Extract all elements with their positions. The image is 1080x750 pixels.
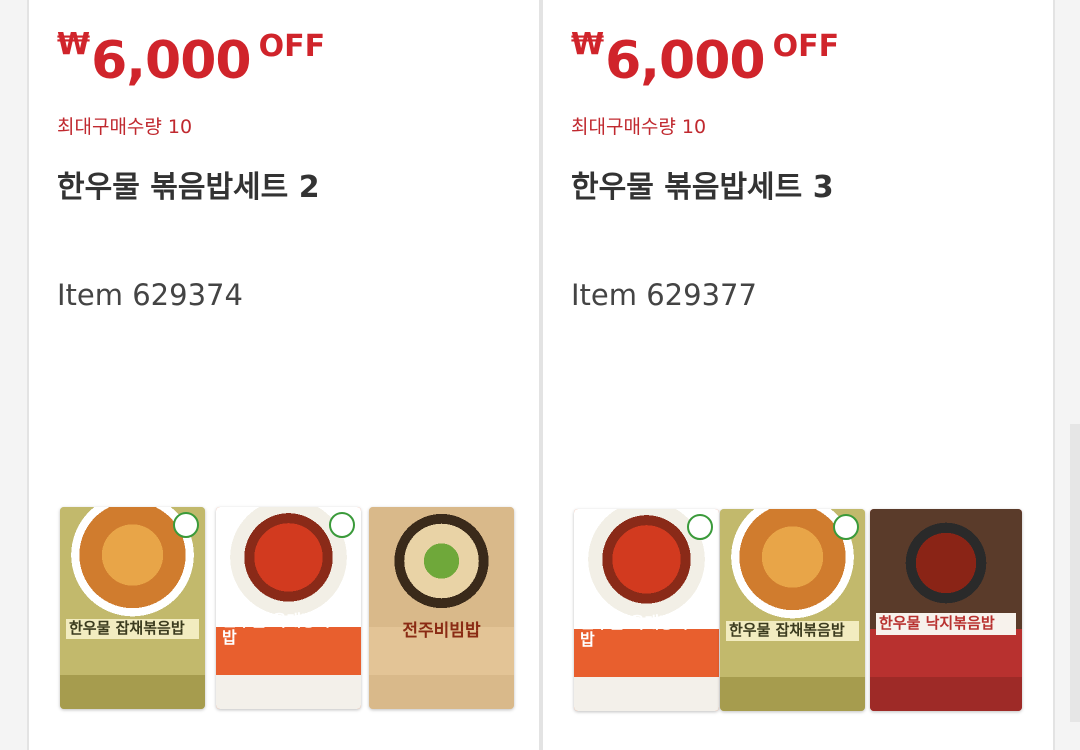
japchae-fried-rice-package[interactable]: 한우물 잡채볶음밥 [60, 507, 205, 709]
item-number: Item 629377 [571, 278, 757, 312]
discount-price: ₩6,000 OFF [57, 30, 325, 88]
max-purchase-qty: 최대구매수량 10 [57, 116, 193, 138]
max-purchase-qty: 최대구매수량 10 [571, 116, 707, 138]
product-title[interactable]: 한우물 볶음밥세트 2 [57, 162, 320, 206]
yukgaejang-gukbap-package[interactable]: 한우물 육개장국밥 [216, 507, 361, 709]
discount-price: ₩6,000 OFF [571, 30, 839, 88]
package-name: 한우물 육개장국밥 [580, 613, 689, 649]
brand-logo-icon [833, 514, 859, 540]
product-card-set-3[interactable]: ₩6,000 OFF 최대구매수량 10 한우물 볶음밥세트 3 Item 629… [541, 0, 1055, 750]
package-name: 전주비빔밥 [402, 621, 481, 641]
item-number: Item 629374 [57, 278, 243, 312]
scrollbar-track[interactable] [1070, 424, 1080, 722]
package-name: 한우물 잡채볶음밥 [726, 621, 859, 641]
bowl-image [369, 507, 514, 627]
off-label: OFF [258, 29, 326, 64]
jeonju-bibimbap-package[interactable]: 전주비빔밥 [369, 507, 514, 709]
discount-amount: 6,000 [91, 31, 251, 91]
package-info-strip [369, 675, 514, 709]
bowl-image [870, 509, 1022, 629]
product-title[interactable]: 한우물 볶음밥세트 3 [571, 162, 834, 206]
package-info-strip [574, 677, 719, 711]
package-name: 한우물 육개장국밥 [222, 611, 331, 647]
brand-logo-icon [329, 512, 355, 538]
currency-symbol: ₩ [571, 27, 605, 62]
product-card-set-2[interactable]: ₩6,000 OFF 최대구매수량 10 한우물 볶음밥세트 2 Item 629… [27, 0, 541, 750]
currency-symbol: ₩ [57, 27, 91, 62]
discount-amount: 6,000 [605, 31, 765, 91]
package-name: 한우물 낙지볶음밥 [876, 613, 1016, 635]
japchae-fried-rice-package[interactable]: 한우물 잡채볶음밥 [720, 509, 865, 711]
package-name: 한우물 잡채볶음밥 [66, 619, 199, 639]
nakji-fried-rice-package[interactable]: 한우물 낙지볶음밥 [870, 509, 1022, 711]
brand-logo-icon [173, 512, 199, 538]
package-info-strip [720, 677, 865, 711]
package-info-strip [216, 675, 361, 709]
off-label: OFF [772, 29, 840, 64]
package-info-strip [870, 677, 1022, 711]
yukgaejang-gukbap-package[interactable]: 한우물 육개장국밥 [574, 509, 719, 711]
brand-logo-icon [687, 514, 713, 540]
package-info-strip [60, 675, 205, 709]
